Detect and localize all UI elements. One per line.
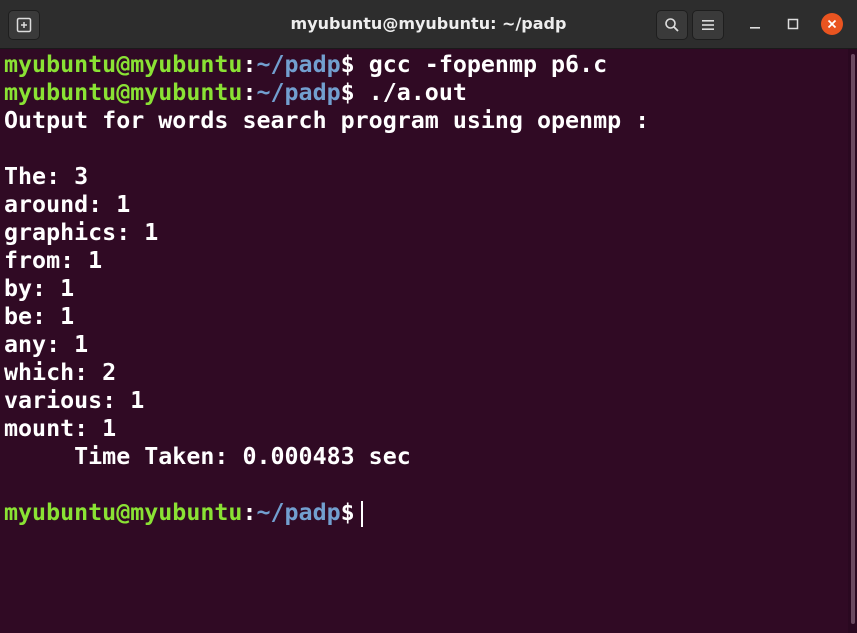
word-count-line: mount: 1 xyxy=(4,415,117,442)
window-title: myubuntu@myubuntu: ~/padp xyxy=(290,14,567,33)
time-taken-line: Time Taken: 0.000483 sec xyxy=(4,443,411,470)
prompt-separator: : xyxy=(242,499,257,526)
close-icon xyxy=(827,19,837,29)
word-count-line: from: 1 xyxy=(4,247,103,274)
minimize-button[interactable] xyxy=(744,13,766,35)
prompt-path: ~/padp xyxy=(256,51,341,78)
text-cursor xyxy=(360,500,363,527)
terminal-area[interactable]: myubuntu@myubuntu:~/padp$ gcc -fopenmp p… xyxy=(0,49,848,633)
word-count-line: around: 1 xyxy=(4,191,131,218)
prompt-sigil: $ xyxy=(340,79,355,106)
scrollbar-thumb[interactable] xyxy=(851,54,855,624)
prompt-sigil: $ xyxy=(340,499,355,526)
command-text: ./a.out xyxy=(354,79,467,106)
close-button[interactable] xyxy=(821,13,843,35)
search-button[interactable] xyxy=(656,10,688,40)
prompt-user: myubuntu@myubuntu xyxy=(4,51,243,78)
output-header: Output for words search program using op… xyxy=(4,107,650,134)
word-count-line: various: 1 xyxy=(4,387,145,414)
word-count-line: any: 1 xyxy=(4,331,89,358)
prompt-separator: : xyxy=(242,79,257,106)
search-icon xyxy=(665,18,679,32)
prompt-user: myubuntu@myubuntu xyxy=(4,79,243,106)
title-bar: myubuntu@myubuntu: ~/padp xyxy=(0,0,857,49)
prompt-path: ~/padp xyxy=(256,79,341,106)
hamburger-menu-icon xyxy=(702,20,714,30)
minimize-icon xyxy=(750,27,760,29)
prompt-user: myubuntu@myubuntu xyxy=(4,499,243,526)
prompt-separator: : xyxy=(242,51,257,78)
prompt-line-3: myubuntu@myubuntu:~/padp$ xyxy=(4,499,363,527)
word-count-line: be: 1 xyxy=(4,303,75,330)
prompt-path: ~/padp xyxy=(256,499,341,526)
menu-button[interactable] xyxy=(692,10,724,40)
prompt-line-1: myubuntu@myubuntu:~/padp$ gcc -fopenmp p… xyxy=(4,51,607,79)
word-count-line: The: 3 xyxy=(4,163,89,190)
prompt-line-2: myubuntu@myubuntu:~/padp$ ./a.out xyxy=(4,79,467,107)
close-button-circle xyxy=(821,13,843,35)
maximize-button[interactable] xyxy=(782,13,804,35)
word-count-line: graphics: 1 xyxy=(4,219,159,246)
command-text: gcc -fopenmp p6.c xyxy=(354,51,608,78)
maximize-icon xyxy=(787,18,799,30)
word-count-line: by: 1 xyxy=(4,275,75,302)
word-count-line: which: 2 xyxy=(4,359,117,386)
prompt-sigil: $ xyxy=(340,51,355,78)
